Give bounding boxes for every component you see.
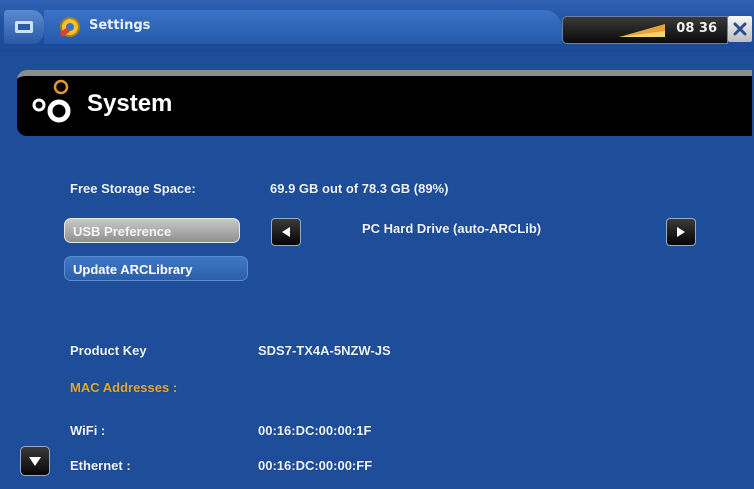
gears-icon [32, 79, 71, 123]
section-header: System [17, 70, 752, 136]
arrow-left-icon [282, 227, 290, 237]
scroll-down-button[interactable] [20, 446, 50, 476]
usb-next-button[interactable] [666, 218, 696, 246]
mac-addresses-heading: MAC Addresses : [70, 380, 178, 395]
wifi-label: WiFi : [70, 423, 106, 438]
section-title: System [87, 90, 173, 117]
update-arclibrary-button[interactable]: Update ARCLibrary [64, 256, 248, 281]
product-key-label: Product Key [70, 343, 147, 358]
usb-prev-button[interactable] [271, 218, 301, 246]
settings-icon [59, 17, 80, 37]
arrow-right-icon [677, 227, 685, 237]
status-indicator: 08 36 [562, 16, 728, 44]
close-icon [733, 22, 747, 36]
top-bar: Settings 08 36 [0, 0, 754, 52]
menu-button[interactable] [4, 10, 44, 44]
close-button[interactable] [728, 16, 752, 42]
clock-time: 08 36 [676, 21, 717, 36]
storage-value: 69.9 GB out of 78.3 GB (89%) [270, 181, 449, 196]
app-title: Settings [89, 18, 151, 33]
storage-label: Free Storage Space: [70, 181, 196, 196]
wifi-mac-value: 00:16:DC:00:00:1F [258, 423, 372, 438]
ethernet-mac-value: 00:16:DC:00:00:FF [258, 458, 373, 473]
usb-preference-button[interactable]: USB Preference [64, 218, 240, 243]
arrow-down-icon [29, 457, 41, 466]
signal-icon [619, 24, 665, 37]
ethernet-label: Ethernet : [70, 458, 131, 473]
app-tab: Settings [44, 10, 562, 44]
product-key-value: SDS7-TX4A-5NZW-JS [258, 343, 391, 358]
menu-icon [15, 21, 33, 33]
usb-preference-value: PC Hard Drive (auto-ARCLib) [362, 221, 542, 236]
